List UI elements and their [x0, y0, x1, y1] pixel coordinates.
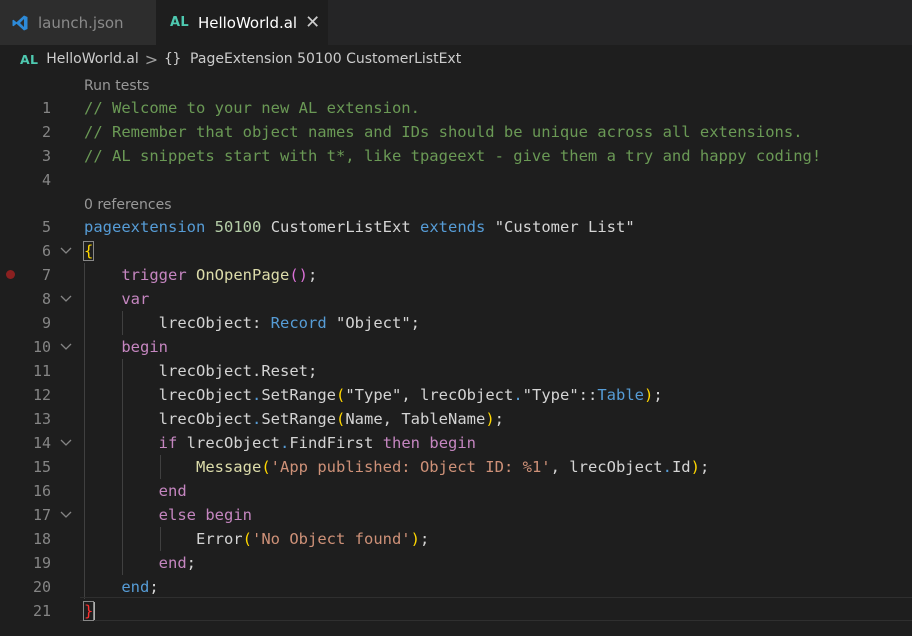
breadcrumb-symbol[interactable]: PageExtension 50100 CustomerListExt [190, 51, 461, 67]
line-number: 19 [32, 554, 51, 572]
code-line: 21 } [0, 599, 912, 623]
al-file-icon: AL [170, 15, 189, 30]
line-number: 7 [41, 266, 51, 284]
code-text: pageextension 50100 CustomerListExt exte… [84, 218, 635, 236]
line-number: 8 [41, 290, 51, 308]
line-number: 18 [32, 530, 51, 548]
fold-chevron-icon[interactable] [60, 242, 74, 260]
code-line: 1 // Welcome to your new AL extension. [0, 96, 912, 120]
code-line: 4 [0, 168, 912, 192]
line-number: 10 [32, 338, 51, 356]
code-line: 15 Message('App published: Object ID: %1… [0, 455, 912, 479]
fold-chevron-icon[interactable] [60, 338, 74, 356]
code-line: 20 end; [0, 575, 912, 599]
chevron-right-icon: > [144, 49, 159, 69]
code-comment: // Welcome to your new AL extension. [84, 99, 420, 117]
fold-chevron-icon[interactable] [60, 290, 74, 308]
code-text: } [82, 601, 96, 621]
al-file-icon: AL [20, 51, 39, 67]
codelens-references[interactable]: 0 references [84, 195, 172, 215]
code-line: 6 { [0, 239, 912, 263]
code-text: end; [121, 578, 159, 596]
vscode-icon [11, 14, 29, 32]
code-line: 18 Error('No Object found'); [0, 527, 912, 551]
code-line: 2 // Remember that object names and IDs … [0, 120, 912, 144]
code-line: 14 if lrecObject.FindFirst then begin [0, 431, 912, 455]
code-comment: // AL snippets start with t*, like tpage… [84, 147, 822, 165]
line-number: 17 [32, 506, 51, 524]
code-line: 3 // AL snippets start with t*, like tpa… [0, 144, 912, 168]
line-number: 15 [32, 458, 51, 476]
code-text: var [121, 290, 150, 308]
text-cursor [93, 602, 96, 620]
code-line: 12 lrecObject.SetRange("Type", lrecObjec… [0, 383, 912, 407]
breadcrumb: AL HelloWorld.al > {} PageExtension 5010… [0, 45, 912, 73]
line-number: 1 [41, 99, 51, 117]
line-number: 4 [41, 171, 51, 189]
fold-chevron-icon[interactable] [60, 506, 74, 524]
breadcrumb-file[interactable]: HelloWorld.al [46, 51, 139, 67]
line-number: 12 [32, 386, 51, 404]
tab-launch-json[interactable]: launch.json [0, 0, 156, 45]
tab-label: launch.json [38, 13, 124, 32]
code-line: 16 end [0, 479, 912, 503]
fold-chevron-icon[interactable] [60, 434, 74, 452]
code-editor[interactable]: Run tests 1 // Welcome to your new AL ex… [0, 73, 912, 636]
symbol-namespace-icon: {} [164, 51, 182, 67]
code-text: lrecObject.SetRange("Type", lrecObject."… [158, 386, 663, 404]
line-number: 11 [32, 362, 51, 380]
code-text: lrecObject.SetRange(Name, TableName); [158, 410, 505, 428]
code-text: { [82, 241, 95, 261]
line-number: 20 [32, 578, 51, 596]
code-text: begin [121, 338, 168, 356]
code-line: 19 end; [0, 551, 912, 575]
close-icon[interactable]: ✕ [305, 13, 320, 32]
code-line: 9 lrecObject: Record "Object"; [0, 311, 912, 335]
tab-bar: launch.json AL HelloWorld.al ✕ [0, 0, 912, 45]
line-number: 9 [41, 314, 51, 332]
code-line: 11 lrecObject.Reset; [0, 359, 912, 383]
code-text: lrecObject.Reset; [158, 362, 318, 380]
line-number: 3 [41, 147, 51, 165]
code-text: Error('No Object found'); [195, 530, 430, 548]
tab-label: HelloWorld.al [197, 13, 298, 32]
line-number: 6 [41, 242, 51, 260]
codelens-run-tests[interactable]: Run tests [84, 76, 149, 96]
line-number: 14 [32, 434, 51, 452]
code-line: 7 trigger OnOpenPage(); [0, 263, 912, 287]
line-number: 21 [32, 602, 51, 620]
tab-helloworld-al[interactable]: AL HelloWorld.al ✕ [156, 0, 328, 45]
code-text: trigger OnOpenPage(); [121, 266, 318, 284]
line-number: 2 [41, 123, 51, 141]
code-text: else begin [158, 506, 252, 524]
code-text: Message('App published: Object ID: %1', … [195, 458, 710, 476]
code-comment: // Remember that object names and IDs sh… [84, 123, 803, 141]
code-text: lrecObject: Record "Object"; [158, 314, 420, 332]
code-line: 17 else begin [0, 503, 912, 527]
code-line: 10 begin [0, 335, 912, 359]
code-line: 13 lrecObject.SetRange(Name, TableName); [0, 407, 912, 431]
line-number: 5 [41, 218, 51, 236]
code-line: 5 pageextension 50100 CustomerListExt ex… [0, 215, 912, 239]
code-text: if lrecObject.FindFirst then begin [158, 434, 477, 452]
code-line: 8 var [0, 287, 912, 311]
code-text: end [158, 482, 187, 500]
code-text: end; [158, 554, 196, 572]
line-number: 13 [32, 410, 51, 428]
line-number: 16 [32, 482, 51, 500]
